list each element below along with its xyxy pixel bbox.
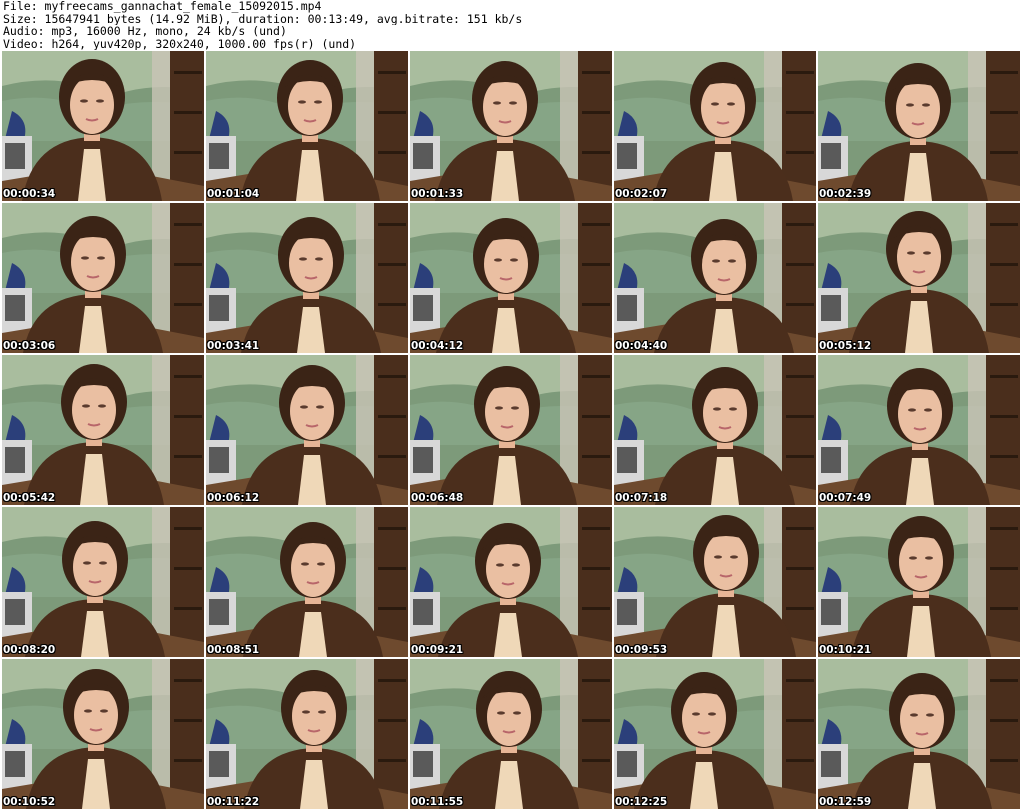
thumbnail-timestamp: 00:10:52 — [3, 796, 56, 808]
video-thumbnail[interactable]: 00:06:48 — [410, 355, 612, 505]
video-thumbnail[interactable]: 00:11:22 — [206, 659, 408, 809]
video-thumbnail[interactable]: 00:02:39 — [818, 51, 1020, 201]
thumbnail-timestamp: 00:07:18 — [615, 492, 668, 504]
thumbnail-timestamp: 00:09:21 — [411, 644, 464, 656]
video-frame — [2, 203, 204, 353]
thumbnail-timestamp: 00:06:12 — [207, 492, 260, 504]
video-frame — [2, 507, 204, 657]
thumbnail-timestamp: 00:03:41 — [207, 340, 260, 352]
video-frame — [2, 51, 204, 201]
video-thumbnail[interactable]: 00:04:12 — [410, 203, 612, 353]
video-thumbnail[interactable]: 00:04:40 — [614, 203, 816, 353]
video-frame — [614, 507, 816, 657]
video-frame — [2, 659, 204, 809]
video-frame — [2, 355, 204, 505]
video-frame — [206, 659, 408, 809]
thumbnail-timestamp: 00:12:59 — [819, 796, 872, 808]
thumbnail-timestamp: 00:10:21 — [819, 644, 872, 656]
thumbnail-timestamp: 00:04:12 — [411, 340, 464, 352]
video-thumbnail[interactable]: 00:10:21 — [818, 507, 1020, 657]
video-thumbnail[interactable]: 00:09:53 — [614, 507, 816, 657]
thumbnail-timestamp: 00:11:55 — [411, 796, 464, 808]
thumbnail-timestamp: 00:05:42 — [3, 492, 56, 504]
video-thumbnail[interactable]: 00:06:12 — [206, 355, 408, 505]
thumbnail-timestamp: 00:02:39 — [819, 188, 872, 200]
video-thumbnail[interactable]: 00:09:21 — [410, 507, 612, 657]
video-frame — [614, 659, 816, 809]
thumbnail-timestamp: 00:06:48 — [411, 492, 464, 504]
video-frame — [206, 507, 408, 657]
video-frame — [818, 355, 1020, 505]
video-frame — [206, 355, 408, 505]
video-thumbnail[interactable]: 00:03:41 — [206, 203, 408, 353]
video-thumbnail[interactable]: 00:07:49 — [818, 355, 1020, 505]
video-frame — [818, 203, 1020, 353]
thumbnail-timestamp: 00:08:20 — [3, 644, 56, 656]
thumbnail-timestamp: 00:09:53 — [615, 644, 668, 656]
video-frame — [614, 203, 816, 353]
video-thumbnail[interactable]: 00:07:18 — [614, 355, 816, 505]
thumbnail-timestamp: 00:04:40 — [615, 340, 668, 352]
thumbnail-grid: 00:00:34 00:01:04 00:01:33 00:02:07 00:02:39… — [2, 51, 1024, 811]
thumbnail-timestamp: 00:07:49 — [819, 492, 872, 504]
thumbnail-timestamp: 00:05:12 — [819, 340, 872, 352]
thumbnail-timestamp: 00:03:06 — [3, 340, 56, 352]
video-thumbnail[interactable]: 00:01:33 — [410, 51, 612, 201]
file-info-header: File: myfreecams_gannachat_female_150920… — [3, 0, 1021, 50]
video-frame — [614, 51, 816, 201]
thumbnail-timestamp: 00:12:25 — [615, 796, 668, 808]
video-frame — [818, 659, 1020, 809]
video-frame — [410, 659, 612, 809]
video-frame — [410, 203, 612, 353]
thumbnail-timestamp: 00:11:22 — [207, 796, 260, 808]
video-thumbnail[interactable]: 00:03:06 — [2, 203, 204, 353]
file-name-line: File: myfreecams_gannachat_female_150920… — [3, 0, 322, 13]
video-thumbnail[interactable]: 00:11:55 — [410, 659, 612, 809]
video-frame — [206, 203, 408, 353]
video-thumbnail[interactable]: 00:08:20 — [2, 507, 204, 657]
thumbnail-timestamp: 00:02:07 — [615, 188, 668, 200]
video-thumbnail[interactable]: 00:12:25 — [614, 659, 816, 809]
video-frame — [206, 51, 408, 201]
video-thumbnail[interactable]: 00:08:51 — [206, 507, 408, 657]
file-size-line: Size: 15647941 bytes (14.92 MiB), durati… — [3, 12, 523, 25]
video-thumbnail[interactable]: 00:12:59 — [818, 659, 1020, 809]
video-thumbnail[interactable]: 00:05:12 — [818, 203, 1020, 353]
video-frame — [410, 51, 612, 201]
thumbnail-timestamp: 00:08:51 — [207, 644, 260, 656]
thumbnail-timestamp: 00:01:33 — [411, 188, 464, 200]
video-info-line: Video: h264, yuv420p, 320x240, 1000.00 f… — [3, 37, 357, 50]
thumbnail-timestamp: 00:01:04 — [207, 188, 260, 200]
video-thumbnail[interactable]: 00:10:52 — [2, 659, 204, 809]
video-frame — [818, 507, 1020, 657]
video-frame — [410, 355, 612, 505]
video-thumbnail[interactable]: 00:05:42 — [2, 355, 204, 505]
video-thumbnail[interactable]: 00:01:04 — [206, 51, 408, 201]
video-thumbnail[interactable]: 00:00:34 — [2, 51, 204, 201]
thumbnail-timestamp: 00:00:34 — [3, 188, 56, 200]
video-thumbnail[interactable]: 00:02:07 — [614, 51, 816, 201]
audio-info-line: Audio: mp3, 16000 Hz, mono, 24 kb/s (und… — [3, 25, 287, 38]
video-frame — [410, 507, 612, 657]
video-frame — [614, 355, 816, 505]
video-frame — [818, 51, 1020, 201]
